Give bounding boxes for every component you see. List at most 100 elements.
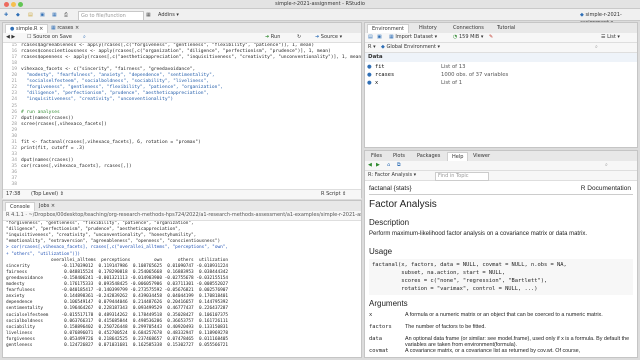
- help-topic-bar: R: Factor Analysis ▾ Find in Topic: [365, 171, 637, 181]
- help-pane: Files Plots Packages Help Viewer ◀ ▶ ⌂ ⧉…: [364, 150, 638, 358]
- argument-description: A covariance matrix, or a covariance lis…: [405, 348, 581, 354]
- usage-line: factanal(x, factors, data = NULL, covmat…: [372, 262, 567, 268]
- env-variable-row[interactable]: ● x List of 1: [367, 79, 635, 87]
- goto-file-input[interactable]: Go to file/function: [78, 11, 144, 21]
- environment-pane: Environment History Connections Tutorial…: [364, 22, 638, 148]
- save-all-icon[interactable]: ▦: [52, 11, 57, 19]
- addins-menu[interactable]: Addins ▾: [158, 11, 179, 19]
- rerun-icon[interactable]: ↻: [297, 33, 301, 42]
- tab-viewer[interactable]: Viewer: [469, 152, 494, 161]
- console-line: gentleness 0.124726827 0.071031681 0.162…: [6, 343, 229, 348]
- broom-icon[interactable]: ✎: [489, 33, 493, 42]
- window-title: simple-r-2021-assignment - RStudio: [275, 1, 365, 7]
- load-workspace-icon[interactable]: ▤: [368, 33, 373, 42]
- env-variable-list: ● fit List of 13 ● rcases 1000 obs. of 37 var…: [365, 63, 637, 93]
- source-pane: ● simple.R × ▦ rcases × ◀ ▶ ☐ Source on …: [2, 22, 362, 199]
- find-in-topic-input[interactable]: Find in Topic: [435, 172, 489, 181]
- run-button[interactable]: ➜ Run: [265, 33, 280, 42]
- main-toolbar: ✚ ◆ ▤ ▣ ▦ ⎙ Go to file/function ▦ Addins…: [0, 9, 640, 26]
- source-on-save-checkbox[interactable]: ☐ Source on Save: [27, 33, 72, 42]
- console-line: overallei_alltems perceptions own others…: [6, 257, 229, 263]
- env-variable-value: 1000 obs. of 37 variables: [441, 72, 509, 78]
- code-line[interactable]: 38: [3, 182, 361, 188]
- tab-rcases[interactable]: ▦ rcases ×: [47, 24, 83, 33]
- search-icon[interactable]: ⌕: [83, 33, 86, 42]
- import-dataset-button[interactable]: ▦ Import Dataset ▾: [389, 33, 437, 42]
- file-type-indicator[interactable]: R Script ⇕: [321, 190, 346, 199]
- line-number: 38: [11, 182, 17, 188]
- help-search-icon[interactable]: ⌕: [605, 161, 608, 170]
- env-toolbar: ▤ ▣ ▦ Import Dataset ▾ ◔ 159 MiB ▾ ✎ ☰ L…: [365, 33, 637, 43]
- console-line: forgiveness 0.053499726 0.218642525 0.23…: [6, 336, 229, 342]
- save-workspace-icon[interactable]: ▣: [377, 33, 382, 42]
- home-icon[interactable]: ⌂: [387, 161, 390, 170]
- help-arguments-heading: Arguments: [369, 299, 408, 308]
- usage-line: scores = c("none", "regression", "Bartle…: [372, 278, 548, 284]
- usage-line: subset, na.action, start = NULL,: [372, 270, 506, 276]
- new-file-icon[interactable]: ✚: [4, 11, 8, 19]
- code-editor[interactable]: 15 rcases$agreeableness <- apply(rcases[,…: [3, 43, 361, 189]
- scope-indicator[interactable]: (Top Level) ⇕: [31, 190, 64, 199]
- tab-tutorial[interactable]: Tutorial: [493, 24, 519, 33]
- console-pane: Console Jobs × R 4.1.1 · ~/Dropbox/00des…: [2, 200, 362, 358]
- tab-files[interactable]: Files: [367, 152, 386, 161]
- env-variable-value: List of 13: [441, 64, 466, 70]
- cursor-position: 17:38: [6, 191, 21, 197]
- console-line: fairness 0.048815524 0.178290818 0.25406…: [6, 269, 229, 275]
- env-data-section: Data: [365, 53, 637, 62]
- argument-name: x: [369, 312, 373, 318]
- help-package: factanal {stats}: [369, 185, 412, 192]
- print-icon[interactable]: ⎙: [64, 11, 68, 19]
- env-variable-name: x: [375, 80, 379, 86]
- grid-icon[interactable]: ▦: [146, 11, 151, 19]
- env-variable-row[interactable]: ● fit List of 13: [367, 63, 635, 71]
- env-scope-select[interactable]: ◆ Global Environment ▾: [381, 43, 440, 52]
- argument-name: factors: [369, 324, 392, 330]
- help-usage-block: factanal(x, factors, data = NULL, covmat…: [369, 259, 633, 295]
- expand-icon[interactable]: ●: [367, 79, 372, 87]
- console-line: + "others", "utilization")]): [6, 251, 81, 257]
- help-back-icon[interactable]: ◀: [368, 161, 372, 170]
- tab-connections[interactable]: Connections: [449, 24, 488, 33]
- source-button[interactable]: ➜ Source ▾: [315, 33, 342, 42]
- editor-toolbar: ◀ ▶ ☐ Source on Save ⌕ ➜ Run ↻ ➜ Source …: [3, 33, 361, 43]
- memory-usage[interactable]: ◔ 159 MiB ▾: [453, 33, 483, 42]
- console-line: > cor(rcases[,vihexaco_facets], rcases[,…: [6, 245, 229, 251]
- back-icon[interactable]: ◀ ▶: [6, 33, 15, 42]
- env-variable-value: List of 1: [441, 80, 463, 86]
- console-line: socialboldness 0.063766317 0.415685844 0…: [6, 318, 229, 324]
- console-line: sociability 0.158896402 0.250726448 0.29…: [6, 324, 229, 330]
- tab-jobs[interactable]: Jobs ×: [35, 202, 59, 211]
- expand-icon[interactable]: ●: [367, 71, 372, 79]
- help-content: factanal {stats} R Documentation Factor …: [365, 181, 637, 357]
- help-description-heading: Description: [369, 218, 410, 227]
- expand-icon[interactable]: ●: [367, 63, 372, 71]
- project-menu[interactable]: ◆ simple-r-2021-assignment ▾: [580, 11, 640, 26]
- help-usage-heading: Usage: [369, 247, 393, 256]
- usage-line: rotation = "varimax", control = NULL, ..…: [372, 286, 538, 292]
- view-mode-select[interactable]: ☰ List ▾: [601, 33, 620, 42]
- open-file-icon[interactable]: ▤: [28, 11, 33, 19]
- argument-description: A formula or a numeric matrix or an obje…: [405, 312, 603, 318]
- help-topic-select[interactable]: R: Factor Analysis ▾: [368, 171, 416, 180]
- title-bar: simple-r-2021-assignment - RStudio: [0, 0, 640, 9]
- console-line: sentimentality 0.196464267 0.228187343 0…: [6, 306, 229, 312]
- argument-name: covmat: [369, 348, 389, 354]
- help-arguments-table: x A formula or a numeric matrix or an obj…: [369, 312, 633, 357]
- popout-icon[interactable]: ⧉: [397, 161, 401, 170]
- console-line: sincerity -0.117039012 0.119147986 0.108…: [6, 263, 229, 269]
- tab-packages[interactable]: Packages: [413, 152, 444, 161]
- env-variable-row[interactable]: ● rcases 1000 obs. of 37 variables: [367, 71, 635, 79]
- help-forward-icon[interactable]: ▶: [376, 161, 380, 170]
- save-icon[interactable]: ▣: [40, 11, 45, 19]
- env-search-input[interactable]: ⌕: [595, 43, 598, 52]
- help-title: Factor Analysis: [369, 199, 437, 210]
- console-path: R 4.1.1 · ~/Dropbox/00desktop/teaching/o…: [3, 211, 361, 221]
- console-line: socialselfesteem -0.015517178 0.48931426…: [6, 312, 229, 318]
- open-project-icon[interactable]: ◆: [16, 11, 20, 19]
- editor-statusbar: 17:38 (Top Level) ⇕ R Script ⇕: [3, 189, 361, 199]
- language-select[interactable]: R ▾: [368, 43, 376, 52]
- tab-history[interactable]: History: [415, 24, 441, 33]
- tab-plots[interactable]: Plots: [389, 152, 409, 161]
- console-output[interactable]: "forgiveness", "gentleness", "flexibilit…: [3, 221, 361, 357]
